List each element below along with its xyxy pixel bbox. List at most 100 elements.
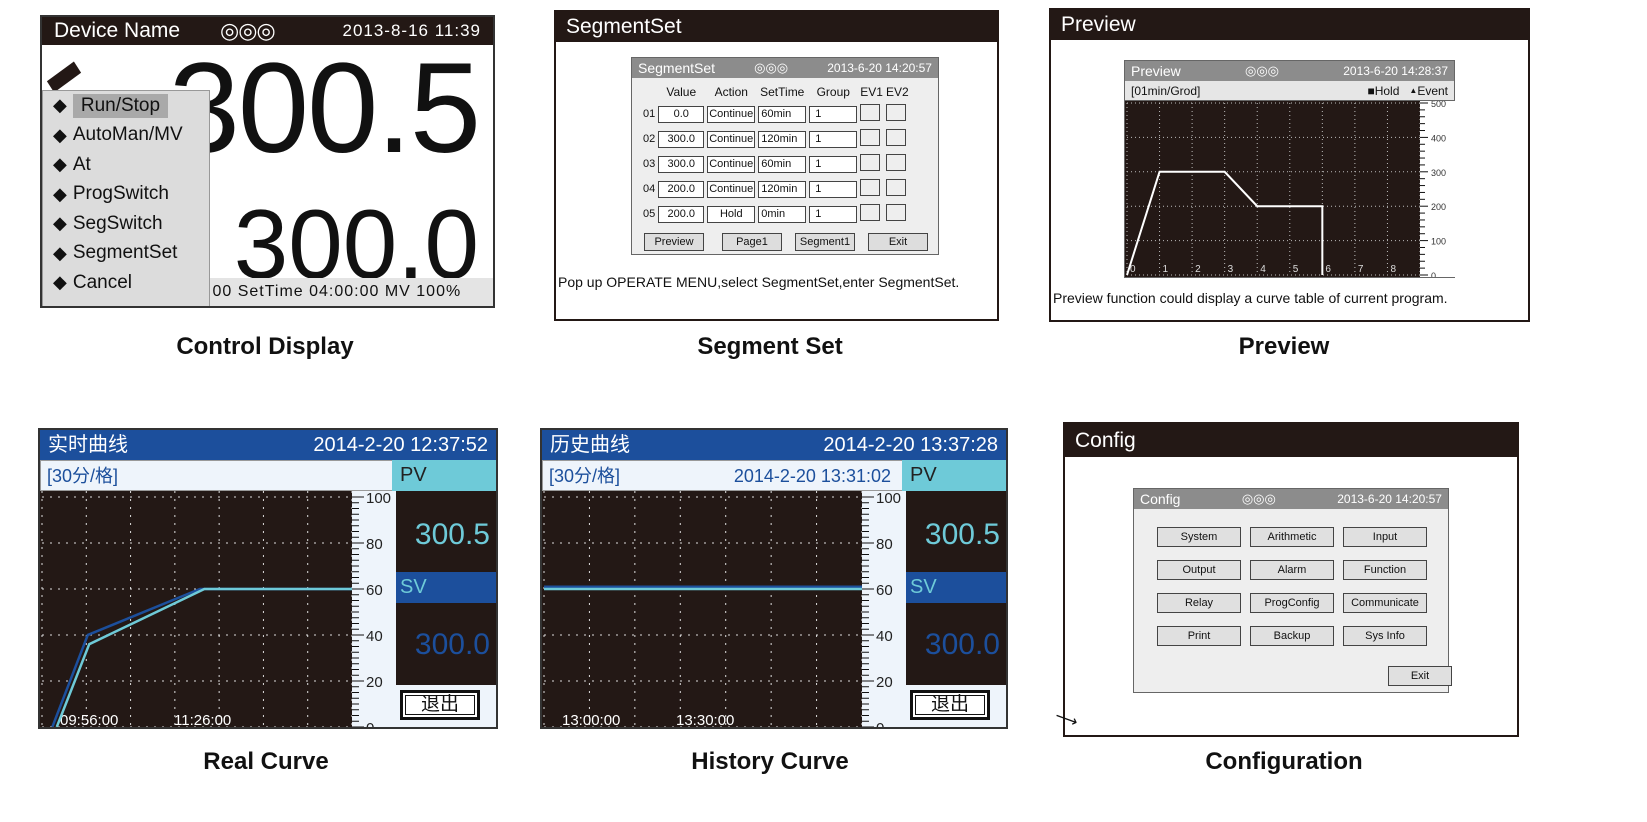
ev1-checkbox[interactable] xyxy=(860,204,881,221)
history-curve-screen: 历史曲线 2014-2-20 13:37:28 [30分/格] 2014-2-20 … xyxy=(540,428,1008,729)
config-button-alarm[interactable]: Alarm xyxy=(1250,560,1334,580)
pv-value: 300.5 xyxy=(924,518,1000,551)
operate-menu: ◆ Run/Stop ◆ AutoMan/MV ◆ At ◆ ProgSwitch ◆ SegSw… xyxy=(42,90,210,306)
ev1-checkbox[interactable] xyxy=(860,154,881,171)
exit-button[interactable]: Exit xyxy=(868,233,928,251)
config-button-system[interactable]: System xyxy=(1157,527,1241,547)
menu-item[interactable]: ◆ SegmentSet xyxy=(43,239,209,269)
diamond-icon: ◆ xyxy=(53,154,67,175)
y-tick-label: 20 xyxy=(366,674,383,691)
config-button-backup[interactable]: Backup xyxy=(1250,626,1334,646)
group-field[interactable]: 1 xyxy=(809,180,858,198)
x-tick-label: 4 xyxy=(1260,264,1266,275)
ev1-checkbox[interactable] xyxy=(860,129,881,146)
settime-field[interactable]: 0min xyxy=(758,205,807,223)
config-button-sys-info[interactable]: Sys Info xyxy=(1343,626,1427,646)
settime-field[interactable]: 60min xyxy=(758,155,807,173)
segment-set-window: SegmentSet SegmentSet ◎◎◎ 2013-6-20 14:20:… xyxy=(554,10,999,321)
ev1-checkbox[interactable] xyxy=(860,179,881,196)
note: Pop up OPERATE MENU,select SegmentSet,en… xyxy=(558,274,960,290)
y-tick-label: 0 xyxy=(876,720,884,729)
ev2-checkbox[interactable] xyxy=(885,104,906,121)
pv-value: 300.5 xyxy=(168,37,481,180)
plot-background xyxy=(1125,101,1420,277)
settime-field[interactable]: 120min xyxy=(758,130,807,148)
time-scale: [01min/Grod] xyxy=(1131,83,1201,98)
datetime: 2014-2-20 13:37:28 xyxy=(823,434,998,456)
dialog-title: Preview xyxy=(1131,63,1181,79)
action-field[interactable]: Continue xyxy=(707,180,756,198)
group-field[interactable]: 1 xyxy=(809,130,858,148)
page1-button[interactable]: Page1 xyxy=(722,233,782,251)
hold-legend: Hold xyxy=(1374,83,1400,98)
value-field[interactable]: 200.0 xyxy=(658,180,705,198)
caption-segment-set: Segment Set xyxy=(697,333,843,360)
menu-item[interactable]: ◆ AutoMan/MV xyxy=(43,121,209,151)
y-tick-label: 80 xyxy=(366,536,383,553)
column-header: EV1 xyxy=(860,85,883,99)
group-field[interactable]: 1 xyxy=(809,105,858,123)
table-row: 02 300.0 Continue 120min 1 xyxy=(643,129,909,149)
value-field[interactable]: 200.0 xyxy=(658,205,705,223)
y-tick-label: 60 xyxy=(876,582,893,599)
menu-item[interactable]: ◆ Run/Stop xyxy=(43,91,209,121)
ev2-checkbox[interactable] xyxy=(885,179,906,196)
ev2-checkbox[interactable] xyxy=(885,204,906,221)
diamond-icon: ◆ xyxy=(53,183,67,204)
config-button-input[interactable]: Input xyxy=(1343,527,1427,547)
ev1-checkbox[interactable] xyxy=(860,104,881,121)
action-field[interactable]: Continue xyxy=(707,155,756,173)
action-field[interactable]: Hold xyxy=(707,205,756,223)
group-field[interactable]: 1 xyxy=(809,155,858,173)
config-button-arithmetic[interactable]: Arithmetic xyxy=(1250,527,1334,547)
config-button-print[interactable]: Print xyxy=(1157,626,1241,646)
menu-item[interactable]: ◆ ProgSwitch xyxy=(43,180,209,210)
exit-button[interactable]: 退出 xyxy=(400,690,480,720)
config-button-communicate[interactable]: Communicate xyxy=(1343,593,1427,613)
event-legend-icon: ▲ xyxy=(1409,86,1418,95)
diamond-icon: ◆ xyxy=(53,95,67,116)
dialog-title: SegmentSet xyxy=(638,60,716,76)
action-field[interactable]: Continue xyxy=(707,130,756,148)
value-field[interactable]: 300.0 xyxy=(658,130,705,148)
group-field[interactable]: 1 xyxy=(809,205,858,223)
x-tick-label: 1 xyxy=(1163,264,1169,275)
menu-item[interactable]: ◆ At xyxy=(43,150,209,180)
ev2-checkbox[interactable] xyxy=(885,129,906,146)
note: Preview function could display a curve t… xyxy=(1053,290,1448,306)
settime-field[interactable]: 120min xyxy=(758,180,807,198)
config-button-progconfig[interactable]: ProgConfig xyxy=(1250,593,1334,613)
value-field[interactable]: 0.0 xyxy=(658,105,705,123)
config-button-relay[interactable]: Relay xyxy=(1157,593,1241,613)
action-field[interactable]: Continue xyxy=(707,105,756,123)
y-tick-label: 200 xyxy=(1431,202,1446,212)
column-header: Group xyxy=(816,85,850,99)
x-tick-label: 7 xyxy=(1358,264,1364,275)
exit-button[interactable]: 退出 xyxy=(910,690,990,720)
y-tick-label: 40 xyxy=(876,628,893,645)
config-button-function[interactable]: Function xyxy=(1343,560,1427,580)
menu-item[interactable]: ◆ SegSwitch xyxy=(43,209,209,239)
ev2-checkbox[interactable] xyxy=(885,154,906,171)
config-button-output[interactable]: Output xyxy=(1157,560,1241,580)
caption-history-curve: History Curve xyxy=(691,748,849,775)
event-legend: Event xyxy=(1417,83,1448,98)
segment-number: 02 xyxy=(643,133,656,145)
preview-button[interactable]: Preview xyxy=(644,233,704,251)
column-header: SetTime xyxy=(760,85,805,99)
exit-button[interactable]: Exit xyxy=(1388,666,1452,686)
menu-item[interactable]: ◆ Cancel xyxy=(43,268,209,298)
x-tick-label: 09:56:00 xyxy=(60,712,118,729)
caption-preview: Preview xyxy=(1238,333,1330,360)
y-tick-label: 0 xyxy=(366,720,374,729)
value-field[interactable]: 300.0 xyxy=(658,155,705,173)
segment1-button[interactable]: Segment1 xyxy=(795,233,855,251)
segment-number: 05 xyxy=(643,208,656,220)
y-tick-label: 40 xyxy=(366,628,383,645)
window-title: Config xyxy=(1065,424,1517,457)
config-dialog: Config ◎◎◎ 2013-6-20 14:20:57 System Arithm… xyxy=(1133,488,1452,693)
screen-title: 实时曲线 xyxy=(48,434,128,456)
preview-chart: 01002003004005000 1 2 3 4 5 6 7 8 xyxy=(1125,99,1456,281)
caption-configuration: Configuration xyxy=(1205,748,1363,775)
settime-field[interactable]: 60min xyxy=(758,105,807,123)
